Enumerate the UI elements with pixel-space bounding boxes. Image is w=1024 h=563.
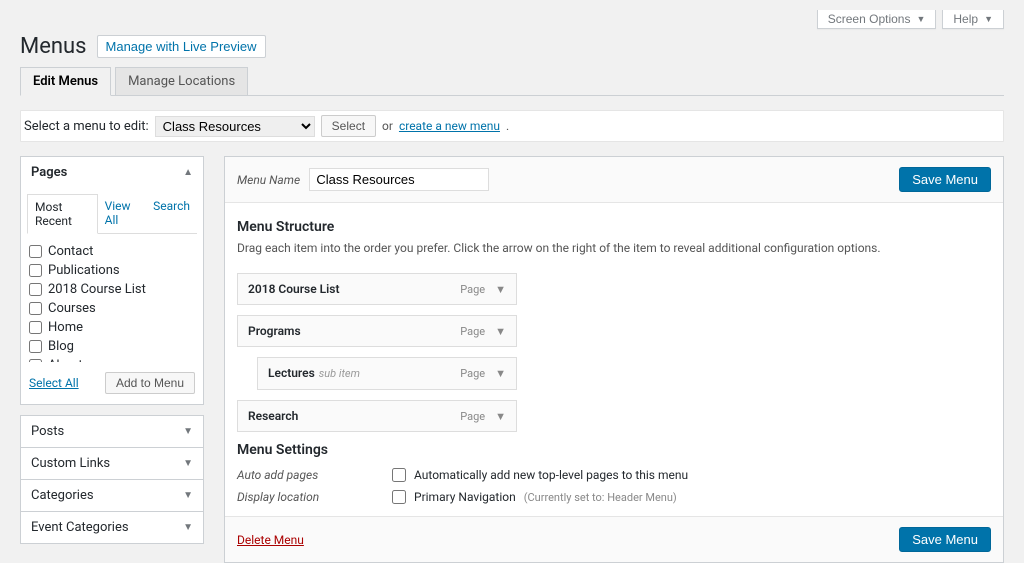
- page-option[interactable]: Home: [29, 318, 195, 337]
- menu-structure-heading: Menu Structure: [237, 219, 991, 235]
- delete-menu-link[interactable]: Delete Menu: [237, 533, 304, 547]
- menu-structure-desc: Drag each item into the order you prefer…: [237, 241, 991, 255]
- auto-add-pages-checkbox[interactable]: [392, 468, 406, 482]
- display-location-label: Display location: [237, 490, 392, 504]
- page-checkbox[interactable]: [29, 245, 42, 258]
- pages-tab-view-all[interactable]: View All: [98, 194, 147, 233]
- save-menu-button-bottom[interactable]: Save Menu: [899, 527, 991, 552]
- menu-item-type: Page: [460, 367, 485, 380]
- or-text: or: [382, 119, 393, 133]
- caret-down-icon: ▼: [183, 426, 193, 437]
- page-option[interactable]: Publications: [29, 261, 195, 280]
- menu-item-title: Lectures: [268, 366, 315, 380]
- metabox-posts-header[interactable]: Posts ▼: [21, 416, 203, 447]
- metabox-pages-header[interactable]: Pages ▲: [21, 157, 203, 188]
- select-all-link[interactable]: Select All: [29, 376, 79, 390]
- caret-down-icon: ▼: [183, 490, 193, 501]
- metabox-categories-header[interactable]: Categories ▼: [21, 479, 203, 511]
- help-label: Help: [953, 12, 978, 26]
- page-checkbox[interactable]: [29, 264, 42, 277]
- triangle-down-icon: ▼: [984, 14, 993, 24]
- live-preview-button[interactable]: Manage with Live Preview: [97, 35, 266, 58]
- menu-items-list: 2018 Course List Page ▼ Programs Page ▼: [237, 273, 517, 432]
- menu-settings-heading: Menu Settings: [237, 442, 991, 458]
- menu-item-type: Page: [460, 283, 485, 296]
- menu-item-title: Programs: [248, 324, 301, 338]
- help-button[interactable]: Help ▼: [942, 10, 1004, 29]
- select-menu-label: Select a menu to edit:: [24, 119, 149, 134]
- menu-item-type: Page: [460, 410, 485, 423]
- pages-tab-search[interactable]: Search: [146, 194, 197, 233]
- page-option[interactable]: Contact: [29, 242, 195, 261]
- page-checkbox[interactable]: [29, 321, 42, 334]
- menu-select[interactable]: Class Resources: [155, 116, 315, 137]
- caret-down-icon[interactable]: ▼: [495, 325, 506, 338]
- menu-item-title: 2018 Course List: [248, 282, 339, 296]
- pages-tab-recent[interactable]: Most Recent: [27, 194, 98, 234]
- sub-item-label: sub item: [319, 367, 360, 380]
- page-option[interactable]: 2018 Course List: [29, 280, 195, 299]
- pages-checklist[interactable]: Contact Publications 2018 Course List Co…: [21, 234, 203, 362]
- caret-down-icon[interactable]: ▼: [495, 283, 506, 296]
- caret-down-icon[interactable]: ▼: [495, 367, 506, 380]
- page-checkbox[interactable]: [29, 340, 42, 353]
- select-button[interactable]: Select: [321, 115, 376, 137]
- page-option[interactable]: Courses: [29, 299, 195, 318]
- create-new-menu-link[interactable]: create a new menu: [399, 119, 500, 133]
- menu-item-title: Research: [248, 409, 298, 423]
- caret-down-icon[interactable]: ▼: [495, 410, 506, 423]
- display-location-checkbox[interactable]: [392, 490, 406, 504]
- metabox-title: Pages: [31, 165, 67, 180]
- menu-name-input[interactable]: [309, 168, 489, 191]
- menu-name-label: Menu Name: [237, 173, 300, 187]
- caret-up-icon: ▲: [183, 167, 193, 178]
- metabox-accordion: Posts ▼ Custom Links ▼ Categories ▼ Even…: [20, 415, 204, 544]
- screen-options-label: Screen Options: [828, 12, 911, 26]
- save-menu-button-top[interactable]: Save Menu: [899, 167, 991, 192]
- menu-item-sub[interactable]: Lectures sub item Page ▼: [257, 357, 517, 390]
- auto-add-pages-label: Auto add pages: [237, 468, 392, 482]
- triangle-down-icon: ▼: [916, 14, 925, 24]
- menu-item[interactable]: Programs Page ▼: [237, 315, 517, 347]
- menu-edit-frame: Menu Name Save Menu Menu Structure Drag …: [224, 156, 1004, 563]
- tab-manage-locations[interactable]: Manage Locations: [115, 67, 248, 95]
- display-location-note: (Currently set to: Header Menu): [524, 491, 677, 504]
- caret-down-icon: ▼: [183, 458, 193, 469]
- tab-edit-menus[interactable]: Edit Menus: [20, 67, 111, 96]
- page-option[interactable]: Blog: [29, 337, 195, 356]
- menu-item[interactable]: 2018 Course List Page ▼: [237, 273, 517, 305]
- metabox-pages: Pages ▲ Most Recent View All Search Cont…: [20, 156, 204, 405]
- menu-item[interactable]: Research Page ▼: [237, 400, 517, 432]
- auto-add-pages-text: Automatically add new top-level pages to…: [414, 468, 688, 482]
- menu-item-type: Page: [460, 325, 485, 338]
- caret-down-icon: ▼: [183, 522, 193, 533]
- page-checkbox[interactable]: [29, 283, 42, 296]
- display-location-text: Primary Navigation: [414, 490, 516, 504]
- screen-options-button[interactable]: Screen Options ▼: [817, 10, 937, 29]
- add-to-menu-button[interactable]: Add to Menu: [105, 372, 195, 394]
- metabox-custom-links-header[interactable]: Custom Links ▼: [21, 447, 203, 479]
- page-checkbox[interactable]: [29, 359, 42, 362]
- page-checkbox[interactable]: [29, 302, 42, 315]
